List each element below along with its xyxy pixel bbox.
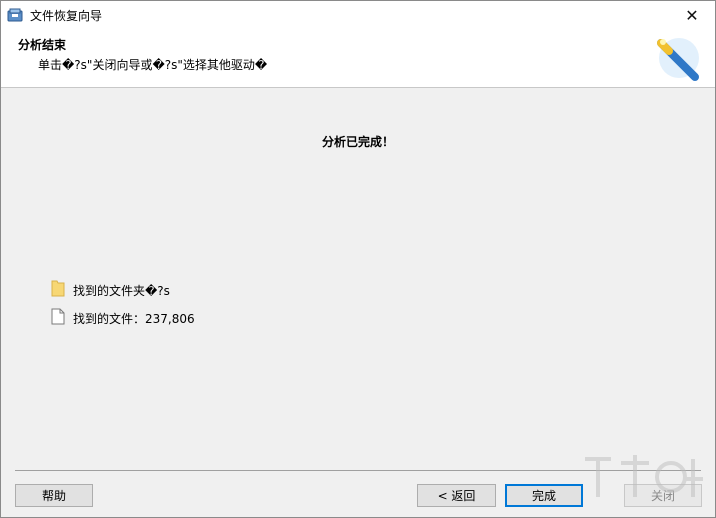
recovery-wizard-window: 文件恢复向导 ✕ 分析结束 单击�?s"关闭向导或�?s"选择其他驱动� 分析已… [0, 0, 716, 518]
files-found-label: 找到的文件：237,806 [73, 311, 195, 326]
close-icon[interactable]: ✕ [669, 1, 715, 29]
app-icon [7, 7, 23, 23]
wizard-content: 分析已完成！ 找到的文件夹�?s 找到的文件：237,806 [1, 89, 715, 469]
analysis-status: 分析已完成！ [321, 135, 394, 149]
header-subtitle: 单击�?s"关闭向导或�?s"选择其他驱动� [38, 58, 268, 72]
close-button[interactable]: 关闭 [624, 484, 702, 507]
window-title: 文件恢复向导 [30, 8, 103, 23]
result-row-folders: 找到的文件夹�?s [51, 280, 170, 300]
result-row-files: 找到的文件：237,806 [51, 308, 195, 328]
title-bar: 文件恢复向导 ✕ [1, 1, 715, 29]
help-button[interactable]: 帮助 [15, 484, 93, 507]
back-button[interactable]: < 返回 [417, 484, 496, 507]
folder-icon [51, 280, 65, 300]
folders-found-label: 找到的文件夹�?s [73, 283, 170, 298]
magic-wand-icon [657, 38, 699, 81]
wizard-header: 分析结束 单击�?s"关闭向导或�?s"选择其他驱动� [1, 29, 715, 88]
finish-button[interactable]: 完成 [505, 484, 583, 507]
file-icon [51, 308, 65, 328]
header-title: 分析结束 [18, 38, 67, 52]
footer-divider [15, 470, 701, 471]
